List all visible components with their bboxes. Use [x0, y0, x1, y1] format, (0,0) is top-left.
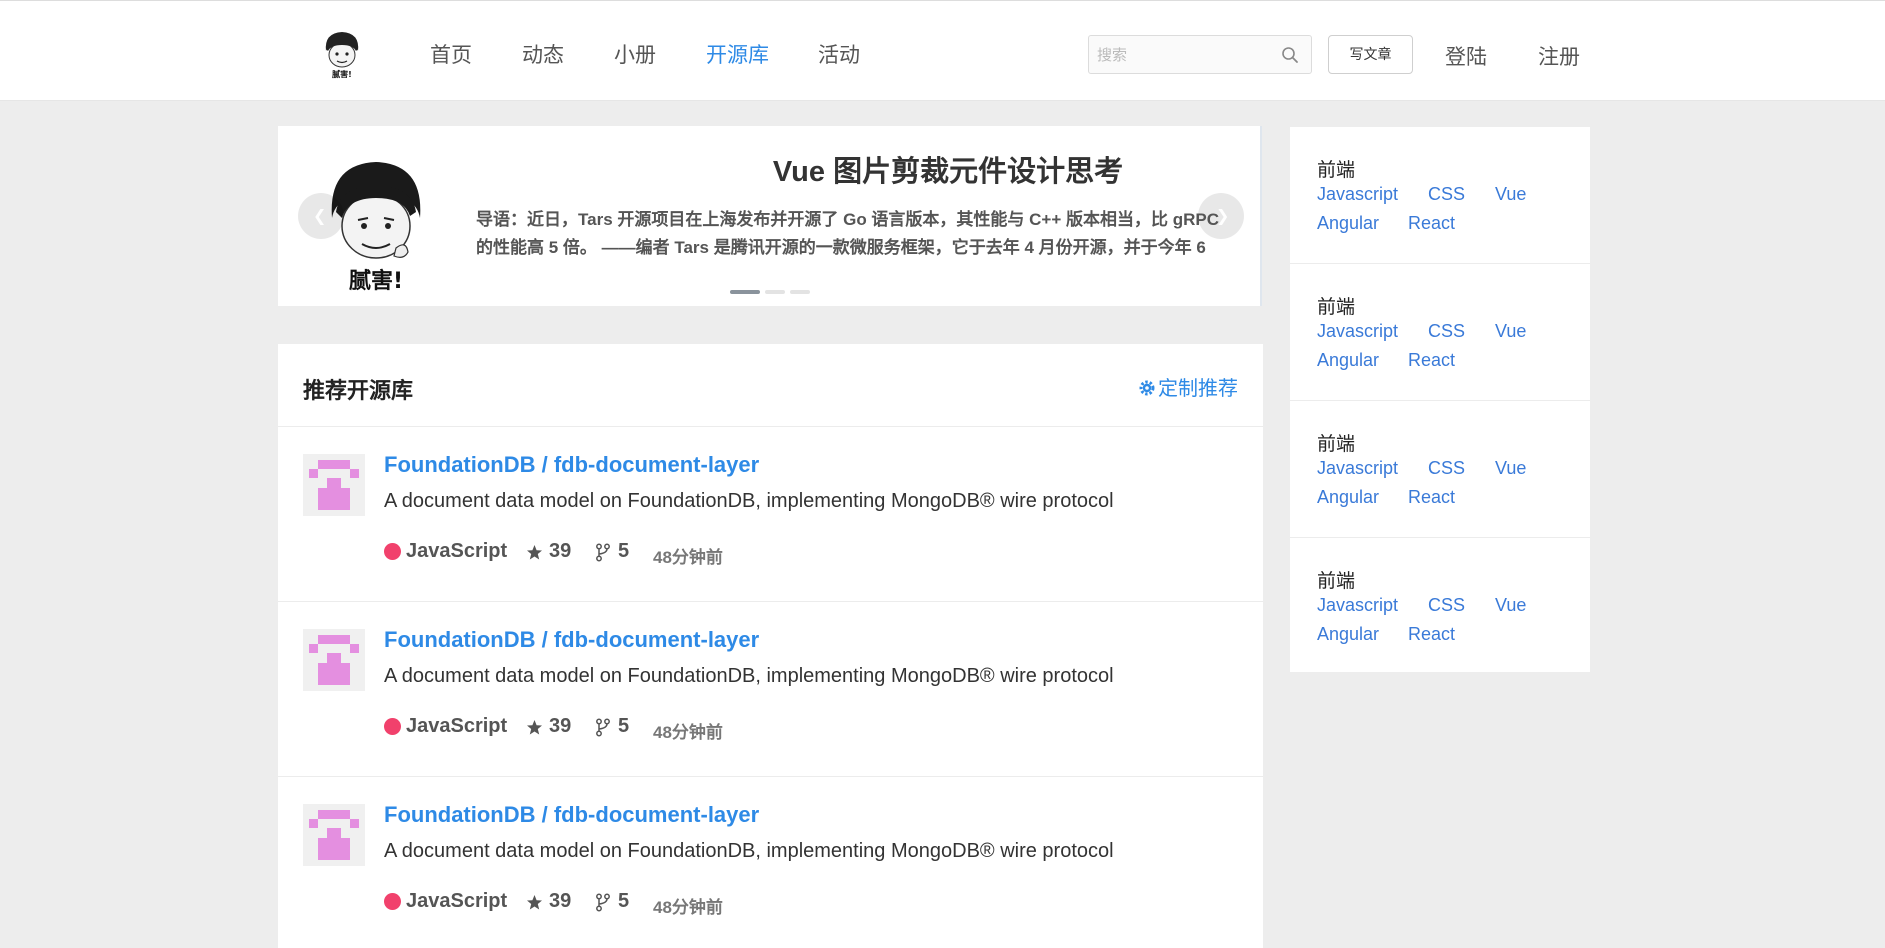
- tag-link[interactable]: React: [1408, 213, 1455, 234]
- nav-home[interactable]: 首页: [430, 39, 472, 69]
- panel-header: 推荐开源库 定制推荐: [278, 344, 1263, 427]
- tag-group-title: 前端: [1317, 160, 1356, 181]
- repo-description: A document data model on FoundationDB, i…: [384, 490, 1114, 512]
- tag-link[interactable]: CSS: [1428, 184, 1465, 205]
- tag-link[interactable]: React: [1408, 624, 1455, 645]
- tag-link[interactable]: CSS: [1428, 595, 1465, 616]
- carousel-dot-2[interactable]: [765, 290, 785, 294]
- tag-sidebar: 前端 Javascript CSS Vue Angular React 前端 J…: [1290, 127, 1590, 672]
- tag-link[interactable]: Javascript: [1317, 595, 1398, 616]
- star-count: 39: [549, 540, 572, 562]
- tag-link[interactable]: Javascript: [1317, 184, 1398, 205]
- fork-icon: [596, 893, 610, 912]
- language-color-dot: [384, 543, 401, 560]
- repo-language: JavaScript: [406, 715, 508, 737]
- top-header: 腻害! 首页 动态 小册 开源库 活动 写文章 登陆 注册: [0, 0, 1885, 101]
- search-box: [1088, 35, 1312, 74]
- repo-name-link[interactable]: FoundationDB / fdb-document-layer: [384, 802, 759, 828]
- star-count: 39: [549, 715, 572, 737]
- tag-link[interactable]: Javascript: [1317, 458, 1398, 479]
- login-link[interactable]: 登陆: [1445, 41, 1487, 71]
- tag-link[interactable]: React: [1408, 487, 1455, 508]
- repo-avatar[interactable]: [303, 454, 365, 516]
- tag-link[interactable]: React: [1408, 350, 1455, 371]
- tag-group: 前端 Javascript CSS Vue Angular React: [1290, 127, 1590, 264]
- tag-group-title: 前端: [1317, 434, 1356, 455]
- gear-icon: [1139, 380, 1155, 396]
- search-icon[interactable]: [1281, 46, 1299, 64]
- customize-label: 定制推荐: [1158, 378, 1238, 400]
- tag-link[interactable]: Angular: [1317, 350, 1379, 371]
- fork-icon: [596, 543, 610, 562]
- star-count: 39: [549, 890, 572, 912]
- carousel-dot-1[interactable]: [730, 290, 760, 294]
- search-input[interactable]: [1097, 44, 1267, 66]
- repo-avatar[interactable]: [303, 629, 365, 691]
- repo-language: JavaScript: [406, 540, 508, 562]
- meme-face-image: 腻害!: [331, 162, 421, 294]
- repo-item: FoundationDB / fdb-document-layer A docu…: [278, 777, 1263, 948]
- tag-link[interactable]: Angular: [1317, 213, 1379, 234]
- language-color-dot: [384, 718, 401, 735]
- tag-link[interactable]: Javascript: [1317, 321, 1398, 342]
- star-icon: [527, 895, 542, 910]
- tag-link[interactable]: Vue: [1495, 595, 1526, 616]
- nav-booklets[interactable]: 小册: [614, 39, 656, 69]
- repo-description: A document data model on FoundationDB, i…: [384, 840, 1114, 862]
- star-icon: [527, 545, 542, 560]
- write-article-button[interactable]: 写文章: [1328, 35, 1413, 74]
- fork-count: 5: [618, 715, 630, 737]
- nav-dynamics[interactable]: 动态: [522, 39, 564, 69]
- repo-updated-time: 48分钟前: [653, 898, 723, 917]
- carousel-summary: 导语：近日，Tars 开源项目在上海发布并开源了 Go 语言版本，其性能与 C+…: [476, 210, 1220, 257]
- logo-face-icon: 腻害!: [325, 32, 359, 79]
- tag-group-title: 前端: [1317, 571, 1356, 592]
- fork-count: 5: [618, 540, 630, 562]
- chevron-left-icon: ❮: [313, 208, 327, 225]
- register-link[interactable]: 注册: [1538, 41, 1580, 71]
- repo-item: FoundationDB / fdb-document-layer A docu…: [278, 602, 1263, 777]
- tag-group-title: 前端: [1317, 297, 1356, 318]
- tag-group: 前端 Javascript CSS Vue Angular React: [1290, 401, 1590, 538]
- tag-link[interactable]: Vue: [1495, 184, 1526, 205]
- fork-icon: [596, 718, 610, 737]
- repo-updated-time: 48分钟前: [653, 548, 723, 567]
- featured-carousel: 腻害! ❮ ❯ Vue 图片剪裁元件设计思考 导语：近日，Tars 开源项目在上…: [278, 126, 1262, 306]
- repo-language: JavaScript: [406, 890, 508, 912]
- tag-group: 前端 Javascript CSS Vue Angular React: [1290, 264, 1590, 401]
- repo-name-link[interactable]: FoundationDB / fdb-document-layer: [384, 627, 759, 653]
- carousel-dot-3[interactable]: [790, 290, 810, 294]
- star-icon: [527, 720, 542, 735]
- language-color-dot: [384, 893, 401, 910]
- repo-name-link[interactable]: FoundationDB / fdb-document-layer: [384, 452, 759, 478]
- tag-link[interactable]: Angular: [1317, 624, 1379, 645]
- customize-recommend-link[interactable]: 定制推荐: [1138, 372, 1238, 401]
- tag-link[interactable]: CSS: [1428, 321, 1465, 342]
- recommended-repos-panel: 推荐开源库 定制推荐 FoundationDB / fdb-document-l…: [278, 344, 1263, 948]
- tag-link[interactable]: CSS: [1428, 458, 1465, 479]
- repo-item: FoundationDB / fdb-document-layer A docu…: [278, 427, 1263, 602]
- repo-description: A document data model on FoundationDB, i…: [384, 665, 1114, 687]
- fork-count: 5: [618, 890, 630, 912]
- tag-link[interactable]: Vue: [1495, 321, 1526, 342]
- nav-open-source[interactable]: 开源库: [706, 39, 769, 69]
- site-logo[interactable]: 腻害!: [320, 29, 364, 79]
- repo-updated-time: 48分钟前: [653, 723, 723, 742]
- nav-events[interactable]: 活动: [818, 39, 860, 69]
- logo-caption: 腻害!: [332, 69, 352, 79]
- meme-caption: 腻害!: [349, 268, 403, 294]
- panel-title: 推荐开源库: [303, 378, 414, 403]
- tag-link[interactable]: Vue: [1495, 458, 1526, 479]
- repo-avatar[interactable]: [303, 804, 365, 866]
- tag-group: 前端 Javascript CSS Vue Angular React: [1290, 538, 1590, 672]
- tag-link[interactable]: Angular: [1317, 487, 1379, 508]
- carousel-prev-button[interactable]: ❮: [298, 193, 344, 239]
- carousel-title[interactable]: Vue 图片剪裁元件设计思考: [678, 148, 1218, 190]
